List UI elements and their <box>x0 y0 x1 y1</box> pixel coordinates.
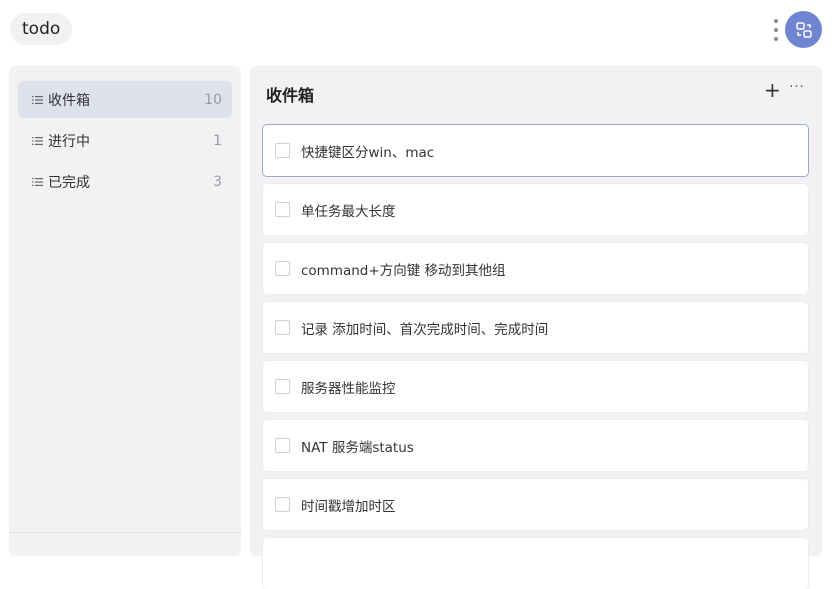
task-checkbox[interactable] <box>275 379 290 394</box>
sidebar-item-inbox[interactable]: 收件箱 10 <box>18 81 232 118</box>
task-checkbox[interactable] <box>275 261 290 276</box>
sidebar-item-in-progress[interactable]: 进行中 1 <box>18 122 232 159</box>
sidebar-item-label: 已完成 <box>48 174 90 191</box>
task-checkbox[interactable] <box>275 497 290 512</box>
task-item[interactable]: 快捷键区分win、mac <box>263 125 808 176</box>
task-title: 记录 添加时间、首次完成时间、完成时间 <box>301 321 549 338</box>
list-icon <box>32 177 43 186</box>
list-icon <box>32 95 43 104</box>
more-options-button[interactable]: ··· <box>788 80 806 98</box>
top-bar: todo <box>0 0 832 62</box>
task-item[interactable] <box>263 538 808 589</box>
sidebar: 收件箱 10 进行中 1 已完成 3 <box>9 66 241 556</box>
task-title: 服务器性能监控 <box>301 380 396 397</box>
task-title: 快捷键区分win、mac <box>301 144 435 161</box>
task-item[interactable]: 单任务最大长度 <box>263 184 808 235</box>
sidebar-item-count: 10 <box>204 91 222 108</box>
task-checkbox[interactable] <box>275 320 290 335</box>
task-item[interactable]: 时间戳增加时区 <box>263 479 808 530</box>
sidebar-item-label: 收件箱 <box>48 92 90 109</box>
sidebar-item-label: 进行中 <box>48 133 90 150</box>
task-title: command+方向键 移动到其他组 <box>301 262 506 279</box>
app-title[interactable]: todo <box>10 13 73 45</box>
sidebar-item-completed[interactable]: 已完成 3 <box>18 163 232 200</box>
task-panel: 收件箱 + ··· 快捷键区分win、mac 单任务最大长度 command+方… <box>250 66 822 589</box>
sidebar-item-count: 1 <box>213 132 222 149</box>
swap-icon <box>795 21 812 38</box>
sidebar-item-count: 3 <box>213 173 222 190</box>
panel-title: 收件箱 <box>266 86 315 105</box>
add-task-button[interactable]: + <box>764 80 781 100</box>
task-item[interactable]: 记录 添加时间、首次完成时间、完成时间 <box>263 302 808 353</box>
task-checkbox[interactable] <box>275 438 290 453</box>
list-icon <box>32 136 43 145</box>
more-vertical-icon[interactable] <box>770 18 782 42</box>
task-checkbox[interactable] <box>275 143 290 158</box>
task-title: NAT 服务端status <box>301 439 414 456</box>
task-item[interactable]: 服务器性能监控 <box>263 361 808 412</box>
task-item[interactable]: NAT 服务端status <box>263 420 808 471</box>
task-checkbox[interactable] <box>275 202 290 217</box>
task-title: 时间戳增加时区 <box>301 498 396 515</box>
task-title: 单任务最大长度 <box>301 203 396 220</box>
avatar[interactable] <box>785 11 822 48</box>
sidebar-divider <box>9 532 241 533</box>
task-item[interactable]: command+方向键 移动到其他组 <box>263 243 808 294</box>
